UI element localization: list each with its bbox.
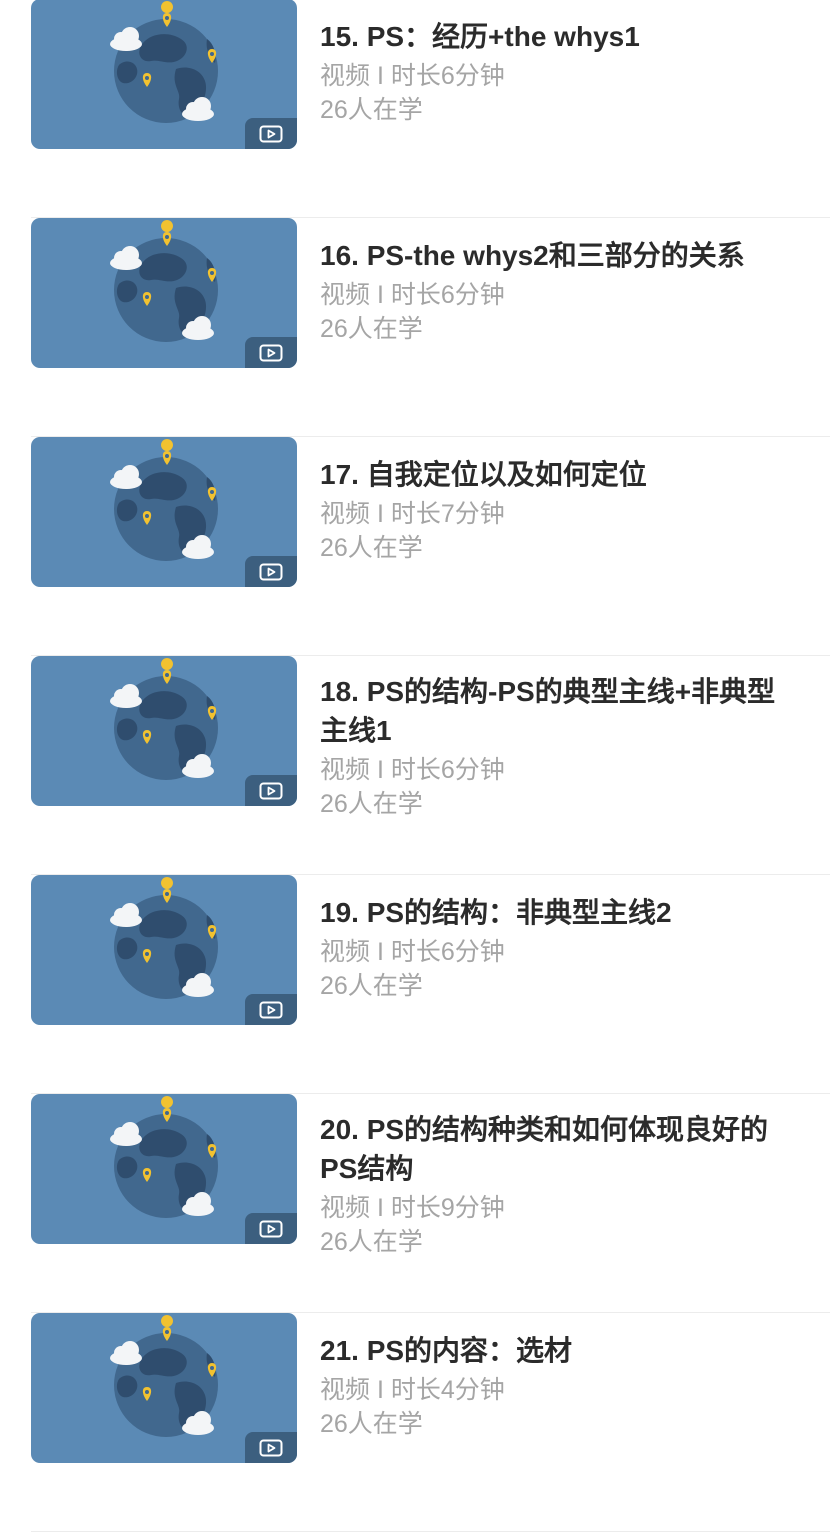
video-badge	[245, 775, 297, 806]
course-meta: 视频 I 时长6分钟	[320, 281, 505, 309]
course-learners: 26人在学	[320, 790, 423, 818]
video-badge	[245, 556, 297, 587]
course-meta: 视频 I 时长6分钟	[320, 938, 505, 966]
video-badge	[245, 118, 297, 149]
course-thumbnail[interactable]	[31, 437, 297, 587]
course-item[interactable]: 20. PS的结构种类和如何体现良好的PS结构 视频 I 时长9分钟 26人在学	[0, 1094, 830, 1313]
course-title[interactable]: 15. PS：经历+the whys1	[320, 17, 800, 56]
course-info: 18. PS的结构-PS的典型主线+非典型主线1 视频 I 时长6分钟 26人在…	[320, 672, 800, 821]
course-meta: 视频 I 时长6分钟	[320, 62, 505, 90]
course-thumbnail[interactable]	[31, 875, 297, 1025]
course-title[interactable]: 17. 自我定位以及如何定位	[320, 455, 800, 494]
course-info: 21. PS的内容：选材 视频 I 时长4分钟 26人在学	[320, 1331, 800, 1441]
course-item[interactable]: 19. PS的结构：非典型主线2 视频 I 时长6分钟 26人在学	[0, 875, 830, 1094]
course-title[interactable]: 21. PS的内容：选材	[320, 1331, 800, 1370]
course-item[interactable]: 17. 自我定位以及如何定位 视频 I 时长7分钟 26人在学	[0, 437, 830, 656]
course-learners: 26人在学	[320, 1228, 423, 1256]
course-title[interactable]: 16. PS-the whys2和三部分的关系	[320, 236, 800, 275]
course-learners: 26人在学	[320, 1410, 423, 1438]
video-play-icon	[259, 563, 283, 580]
course-item[interactable]: 21. PS的内容：选材 视频 I 时长4分钟 26人在学	[0, 1313, 830, 1532]
course-info: 20. PS的结构种类和如何体现良好的PS结构 视频 I 时长9分钟 26人在学	[320, 1110, 800, 1259]
video-badge	[245, 337, 297, 368]
course-info: 15. PS：经历+the whys1 视频 I 时长6分钟 26人在学	[320, 17, 800, 127]
video-play-icon	[259, 125, 283, 142]
video-play-icon	[259, 344, 283, 361]
course-item[interactable]: 18. PS的结构-PS的典型主线+非典型主线1 视频 I 时长6分钟 26人在…	[0, 656, 830, 875]
course-title[interactable]: 19. PS的结构：非典型主线2	[320, 893, 800, 932]
course-info: 17. 自我定位以及如何定位 视频 I 时长7分钟 26人在学	[320, 455, 800, 565]
course-meta: 视频 I 时长4分钟	[320, 1376, 505, 1404]
course-info: 16. PS-the whys2和三部分的关系 视频 I 时长6分钟 26人在学	[320, 236, 800, 346]
video-play-icon	[259, 1439, 283, 1456]
video-badge	[245, 994, 297, 1025]
video-badge	[245, 1213, 297, 1244]
course-learners: 26人在学	[320, 972, 423, 1000]
course-learners: 26人在学	[320, 96, 423, 124]
course-learners: 26人在学	[320, 315, 423, 343]
video-play-icon	[259, 1220, 283, 1237]
course-thumbnail[interactable]	[31, 1094, 297, 1244]
course-title[interactable]: 20. PS的结构种类和如何体现良好的PS结构	[320, 1110, 800, 1188]
course-item[interactable]: 15. PS：经历+the whys1 视频 I 时长6分钟 26人在学	[0, 0, 830, 218]
course-title[interactable]: 18. PS的结构-PS的典型主线+非典型主线1	[320, 672, 800, 750]
video-play-icon	[259, 782, 283, 799]
course-learners: 26人在学	[320, 534, 423, 562]
video-play-icon	[259, 1001, 283, 1018]
course-meta: 视频 I 时长7分钟	[320, 500, 505, 528]
course-meta: 视频 I 时长9分钟	[320, 1194, 505, 1222]
course-thumbnail[interactable]	[31, 1313, 297, 1463]
video-badge	[245, 1432, 297, 1463]
course-item[interactable]: 16. PS-the whys2和三部分的关系 视频 I 时长6分钟 26人在学	[0, 218, 830, 437]
course-thumbnail[interactable]	[31, 656, 297, 806]
course-meta: 视频 I 时长6分钟	[320, 756, 505, 784]
course-list: 15. PS：经历+the whys1 视频 I 时长6分钟 26人在学 16.…	[0, 0, 830, 1532]
course-info: 19. PS的结构：非典型主线2 视频 I 时长6分钟 26人在学	[320, 893, 800, 1003]
course-thumbnail[interactable]	[31, 0, 297, 149]
course-thumbnail[interactable]	[31, 218, 297, 368]
